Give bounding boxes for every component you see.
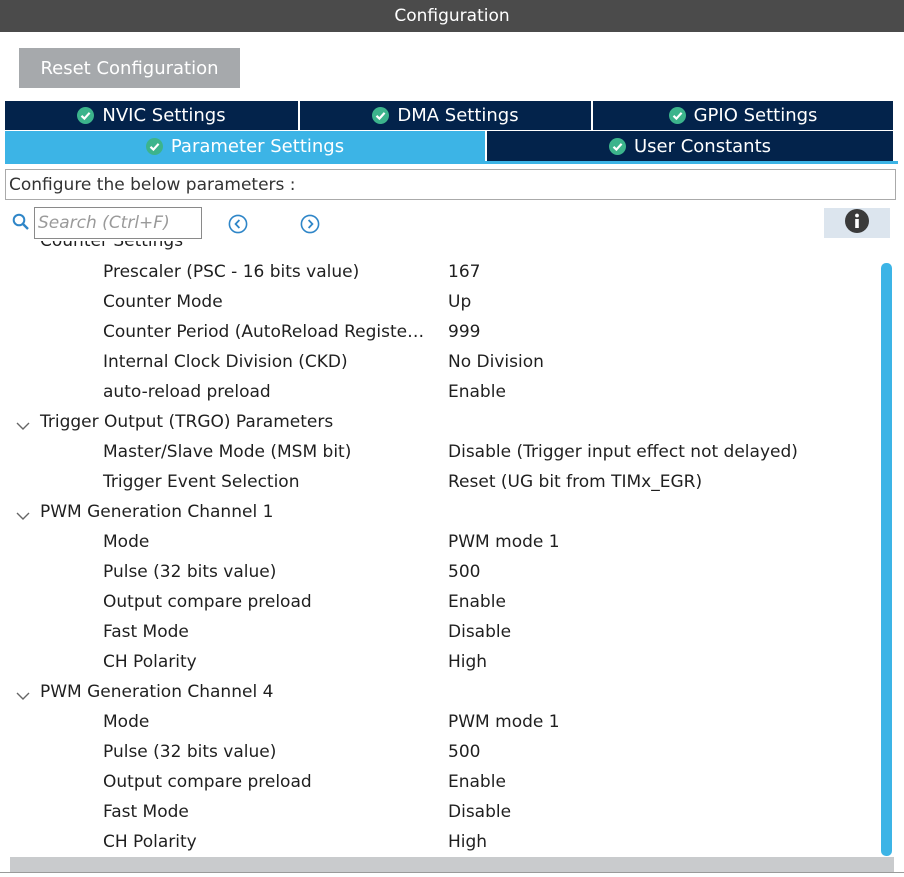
parameter-row[interactable]: Output compare preload Enable — [0, 767, 878, 797]
parameter-label: Trigger Event Selection — [103, 472, 300, 492]
parameter-label: CH Polarity — [103, 832, 197, 852]
parameter-value[interactable]: PWM mode 1 — [448, 707, 560, 737]
tree-group[interactable]: Trigger Output (TRGO) Parameters — [0, 407, 878, 437]
parameter-label: Pulse (32 bits value) — [103, 742, 277, 762]
chevron-down-icon[interactable] — [16, 506, 30, 526]
group-label: Counter Settings — [40, 241, 184, 251]
parameter-row[interactable]: Fast Mode Disable — [0, 617, 878, 647]
parameter-value[interactable]: High — [448, 647, 487, 677]
tab-dma-settings[interactable]: DMA Settings — [300, 101, 591, 130]
parameter-label: Master/Slave Mode (MSM bit) — [103, 442, 352, 462]
parameter-label: CH Polarity — [103, 652, 197, 672]
parameter-label: Fast Mode — [103, 622, 189, 642]
check-circle-icon — [372, 107, 390, 124]
parameter-value[interactable]: High — [448, 827, 487, 857]
tree-group[interactable]: PWM Generation Channel 4 — [0, 677, 878, 707]
parameter-label: Internal Clock Division (CKD) — [103, 352, 348, 372]
reset-configuration-button[interactable]: Reset Configuration — [19, 48, 240, 88]
parameter-row[interactable]: Trigger Event Selection Reset (UG bit fro… — [0, 467, 878, 497]
group-label: Trigger Output (TRGO) Parameters — [40, 412, 334, 432]
parameter-label: auto-reload preload — [103, 382, 271, 402]
tab-label: User Constants — [633, 135, 772, 157]
parameter-row[interactable]: CH Polarity High — [0, 647, 878, 677]
parameter-label: Fast Mode — [103, 802, 189, 822]
parameter-value[interactable]: 500 — [448, 737, 480, 767]
parameter-row[interactable]: Counter Period (AutoReload Registe… 999 — [0, 317, 878, 347]
parameter-row[interactable]: Prescaler (PSC - 16 bits value) 167 — [0, 257, 878, 287]
parameters-description: Configure the below parameters : — [5, 169, 896, 200]
tab-user-constants[interactable]: User Constants — [487, 131, 893, 161]
parameter-row[interactable]: Pulse (32 bits value) 500 — [0, 737, 878, 767]
tree-group-partial[interactable]: Counter Settings — [0, 241, 878, 256]
parameter-label: Output compare preload — [103, 592, 312, 612]
parameter-value[interactable]: 500 — [448, 557, 480, 587]
check-circle-icon — [145, 137, 163, 155]
group-label: PWM Generation Channel 1 — [40, 502, 274, 522]
parameter-tree: Counter Settings Prescaler (PSC - 16 bit… — [0, 241, 878, 857]
parameter-label: Pulse (32 bits value) — [103, 562, 277, 582]
window-title: Configuration — [0, 0, 904, 32]
parameter-value[interactable]: Reset (UG bit from TIMx_EGR) — [448, 467, 702, 497]
tab-label: GPIO Settings — [693, 105, 818, 126]
parameter-label: Prescaler (PSC - 16 bits value) — [103, 262, 360, 282]
parameter-row[interactable]: auto-reload preload Enable — [0, 377, 878, 407]
tab-parameter-settings[interactable]: Parameter Settings — [5, 131, 485, 161]
parameter-row[interactable]: Mode PWM mode 1 — [0, 707, 878, 737]
tabs-underline — [5, 161, 898, 164]
parameter-value[interactable]: Disable (Trigger input effect not delaye… — [448, 437, 798, 467]
vertical-scrollbar-thumb[interactable] — [881, 263, 892, 856]
check-circle-icon — [77, 107, 95, 124]
parameter-label: Counter Mode — [103, 292, 223, 312]
parameter-value[interactable]: PWM mode 1 — [448, 527, 560, 557]
chevron-down-icon[interactable] — [16, 686, 30, 706]
parameter-value[interactable]: Enable — [448, 377, 506, 407]
parameter-value[interactable]: Disable — [448, 617, 511, 647]
parameter-value[interactable]: 167 — [448, 257, 480, 287]
parameter-label: Counter Period (AutoReload Registe… — [103, 322, 425, 342]
parameter-row[interactable]: Output compare preload Enable — [0, 587, 878, 617]
tab-label: Parameter Settings — [170, 135, 345, 157]
tab-label: DMA Settings — [397, 105, 519, 126]
parameter-value[interactable]: Enable — [448, 767, 506, 797]
parameter-row[interactable]: Internal Clock Division (CKD) No Division — [0, 347, 878, 377]
tab-nvic-settings[interactable]: NVIC Settings — [5, 101, 298, 130]
search-input[interactable] — [34, 207, 202, 239]
parameter-row[interactable]: Mode PWM mode 1 — [0, 527, 878, 557]
parameter-value[interactable]: 999 — [448, 317, 480, 347]
parameter-row[interactable]: Counter Mode Up — [0, 287, 878, 317]
parameter-label: Mode — [103, 532, 150, 552]
parameter-value[interactable]: No Division — [448, 347, 544, 377]
parameter-value[interactable]: Disable — [448, 797, 511, 827]
bottom-divider — [0, 872, 904, 877]
group-label: PWM Generation Channel 4 — [40, 682, 274, 702]
tab-gpio-settings[interactable]: GPIO Settings — [593, 101, 893, 130]
parameter-row[interactable]: Pulse (32 bits value) 500 — [0, 557, 878, 587]
parameter-value[interactable]: Enable — [448, 587, 506, 617]
info-icon — [844, 208, 870, 238]
tab-label: NVIC Settings — [102, 105, 226, 126]
horizontal-scrollbar[interactable] — [10, 857, 894, 872]
parameter-label: Mode — [103, 712, 150, 732]
tree-group[interactable]: PWM Generation Channel 1 — [0, 497, 878, 527]
info-button[interactable] — [824, 208, 890, 238]
parameter-row[interactable]: CH Polarity High — [0, 827, 878, 857]
chevron-down-icon[interactable] — [16, 416, 30, 436]
parameter-row[interactable]: Fast Mode Disable — [0, 797, 878, 827]
chevron-left-circle-icon[interactable] — [228, 214, 248, 234]
parameter-label: Output compare preload — [103, 772, 312, 792]
parameter-row[interactable]: Master/Slave Mode (MSM bit) Disable (Trig… — [0, 437, 878, 467]
search-icon — [12, 213, 30, 235]
chevron-right-circle-icon[interactable] — [300, 214, 320, 234]
check-circle-icon — [608, 137, 626, 155]
parameter-value[interactable]: Up — [448, 287, 471, 317]
check-circle-icon — [668, 107, 686, 124]
